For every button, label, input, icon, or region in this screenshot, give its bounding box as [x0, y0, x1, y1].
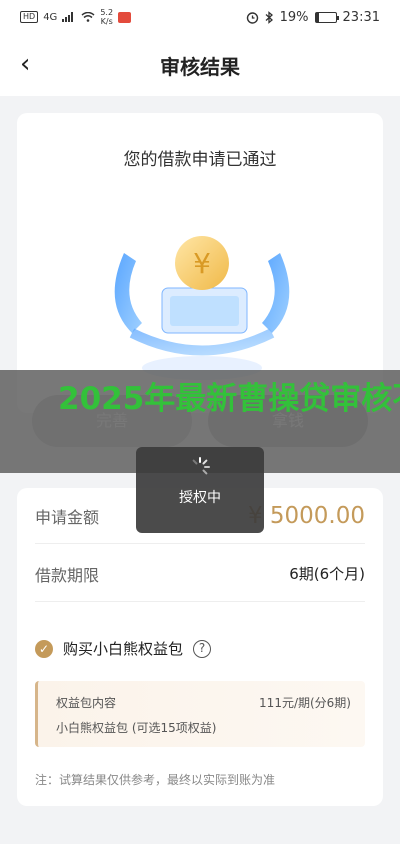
battery-percent: 19%	[279, 9, 309, 25]
amount-label: 申请金额	[35, 507, 100, 527]
speed-unit: K/s	[100, 17, 113, 26]
perk-option[interactable]: ✓ 购买小白熊权益包 ?	[35, 638, 212, 659]
page-title: 审核结果	[160, 54, 240, 79]
alarm-icon	[246, 11, 258, 24]
term-value: 6期(6个月)	[289, 565, 365, 583]
perk-content-label: 权益包内容	[56, 696, 117, 710]
approval-illustration: ¥	[114, 236, 290, 380]
loan-details-card: 申请金额 ¥ 5000.00 借款期限 6期(6个月) ✓ 购买小白熊权益包 ?…	[17, 488, 383, 806]
term-row: 借款期限 6期(6个月)	[35, 546, 365, 602]
perk-price: 111元/期(分6期)	[259, 696, 351, 710]
svg-text:¥: ¥	[193, 247, 211, 280]
disclaimer-note: 注：试算结果仅供参考，最终以实际到账为准	[35, 773, 276, 787]
amount-value: ¥ 5000.00	[247, 502, 365, 529]
clock: 23:31	[342, 9, 380, 25]
speed-value: 5.2	[100, 8, 114, 17]
signal-label: 4G	[43, 11, 58, 23]
network-speed: 5.2 K/s	[100, 8, 113, 26]
battery-icon	[314, 11, 339, 23]
help-icon[interactable]: ?	[193, 639, 212, 658]
app-notification-icon	[118, 11, 132, 23]
wifi-icon	[81, 12, 95, 22]
approval-message: 您的借款申请已通过	[123, 150, 277, 170]
bluetooth-icon	[265, 10, 273, 24]
back-arrow-icon[interactable]: ‹	[20, 50, 48, 78]
result-card: 您的借款申请已通过 ¥	[17, 113, 383, 413]
perk-details-box: 权益包内容 111元/期(分6期) 小白熊权益包 (可选15项权益)	[35, 681, 365, 747]
loading-toast: 授权中	[136, 447, 264, 533]
nav-bar: ‹ 审核结果	[0, 34, 400, 96]
status-bar: HD 4G 5.2 K/s 19% 23:31	[0, 0, 400, 34]
term-label: 借款期限	[35, 565, 100, 585]
toast-text: 授权中	[179, 490, 221, 506]
perk-label: 购买小白熊权益包	[63, 640, 184, 658]
spinner-icon	[192, 457, 210, 475]
hd-indicator: HD	[20, 11, 39, 23]
checkmark-icon[interactable]: ✓	[35, 639, 53, 658]
perk-package-desc: 小白熊权益包 (可选15项权益)	[56, 721, 217, 735]
banner-text: 2025年最新曹操贷审核不通过，公布5	[58, 381, 400, 417]
signal-icon	[62, 12, 74, 22]
